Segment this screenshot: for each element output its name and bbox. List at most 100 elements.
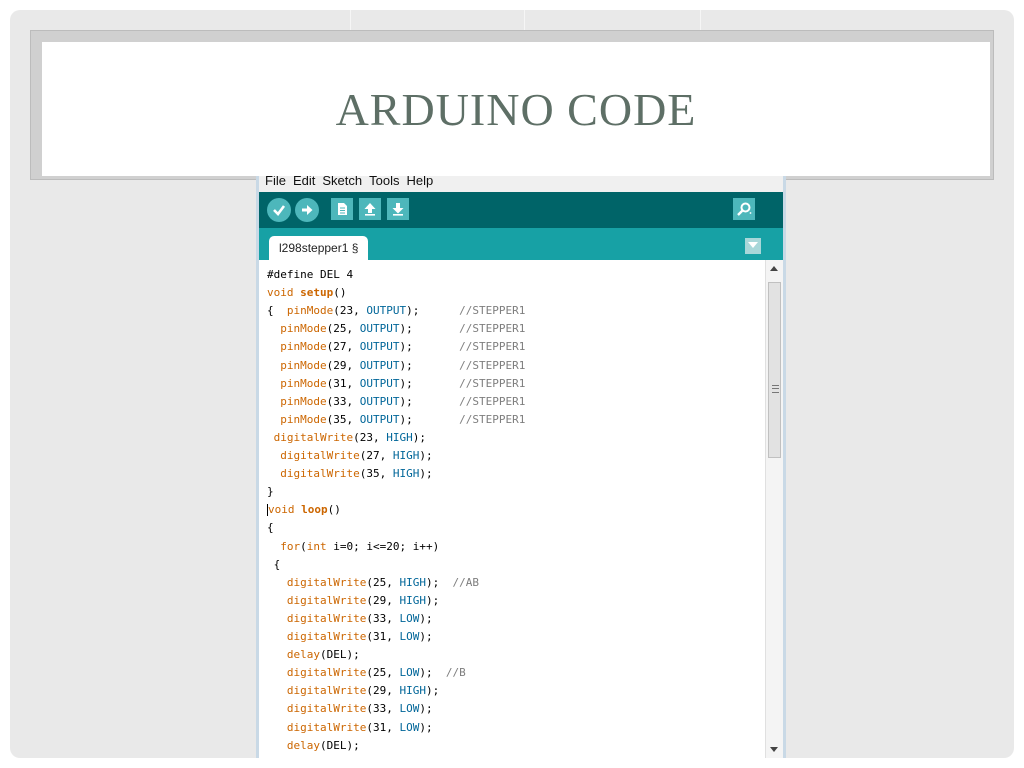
code-token: (29, bbox=[366, 593, 400, 607]
slide-title: ARDUINO CODE bbox=[335, 83, 697, 135]
open-button[interactable] bbox=[359, 198, 381, 220]
code-token: OUTPUT bbox=[359, 394, 400, 408]
code-line: digitalWrite(31, LOW); bbox=[267, 719, 433, 737]
code-token: for bbox=[280, 539, 301, 553]
code-token: { bbox=[267, 521, 274, 535]
code-token: ); bbox=[425, 593, 440, 607]
serial-monitor-button[interactable] bbox=[733, 198, 755, 220]
code-token: (DEL); bbox=[320, 738, 360, 752]
code-token: LOW bbox=[399, 702, 420, 716]
code-token: (31, bbox=[366, 630, 400, 643]
code-token: digitalWrite bbox=[286, 720, 367, 734]
save-icon bbox=[392, 203, 404, 216]
code-token: digitalWrite bbox=[280, 449, 360, 462]
code-token: (25, bbox=[366, 666, 400, 680]
title-box: ARDUINO CODE bbox=[42, 42, 990, 176]
code-token: HIGH bbox=[399, 593, 426, 607]
code-token: #define DEL 4 bbox=[267, 268, 354, 281]
code-line: void setup() bbox=[267, 284, 347, 302]
code-token: ); bbox=[419, 666, 446, 680]
grip-icon bbox=[772, 385, 779, 393]
code-token: setup bbox=[300, 286, 334, 300]
upload-icon bbox=[302, 205, 313, 215]
vertical-scrollbar[interactable] bbox=[765, 260, 783, 758]
code-token: //STEPPER1 bbox=[459, 358, 526, 372]
code-line: digitalWrite(31, LOW); bbox=[267, 628, 433, 646]
scroll-up-icon[interactable] bbox=[770, 266, 778, 271]
code-token: OUTPUT bbox=[366, 304, 407, 318]
code-line: digitalWrite(25, LOW); //B bbox=[267, 664, 466, 682]
code-token: LOW bbox=[399, 630, 420, 643]
code-token: delay bbox=[286, 648, 320, 662]
save-button[interactable] bbox=[387, 198, 409, 220]
code-token: ); bbox=[419, 720, 433, 734]
code-token: ); bbox=[399, 322, 460, 336]
code-token: LOW bbox=[399, 611, 420, 625]
verify-icon bbox=[273, 205, 286, 216]
code-token: ); bbox=[399, 394, 460, 408]
code-token: ); bbox=[419, 630, 433, 643]
code-token: pinMode bbox=[280, 358, 327, 372]
upload-button[interactable] bbox=[295, 198, 319, 222]
code-token: ); bbox=[399, 340, 460, 354]
code-token: ); bbox=[412, 430, 426, 444]
code-token: HIGH bbox=[399, 575, 426, 589]
code-token: //STEPPER1 bbox=[459, 304, 526, 318]
code-line: delay(DEL); bbox=[267, 646, 360, 664]
code-token: () bbox=[327, 503, 341, 517]
code-line: digitalWrite(27, HIGH); bbox=[267, 447, 433, 465]
code-token: digitalWrite bbox=[286, 666, 367, 680]
code-token: ); bbox=[406, 304, 460, 318]
new-button[interactable] bbox=[331, 198, 353, 220]
code-token: delay bbox=[286, 738, 320, 752]
code-token: (27, bbox=[359, 449, 393, 462]
code-token: digitalWrite bbox=[286, 702, 367, 716]
code-token: (33, bbox=[326, 394, 360, 408]
code-token: (23, bbox=[353, 430, 387, 444]
code-line: pinMode(29, OUTPUT); //STEPPER1 bbox=[267, 357, 525, 375]
code-token: digitalWrite bbox=[286, 611, 367, 625]
code-line: { bbox=[267, 556, 281, 574]
scroll-down-icon[interactable] bbox=[770, 747, 778, 752]
code-token: ); bbox=[419, 702, 433, 716]
code-token: int bbox=[306, 539, 327, 553]
code-token: pinMode bbox=[280, 376, 327, 390]
code-line: } bbox=[267, 483, 274, 501]
code-token: (31, bbox=[366, 720, 400, 734]
code-token: //AB bbox=[452, 575, 479, 589]
verify-button[interactable] bbox=[267, 198, 291, 222]
code-token: pinMode bbox=[280, 322, 327, 336]
code-token: void bbox=[267, 286, 301, 300]
code-token: //B bbox=[445, 666, 466, 680]
code-line: digitalWrite(25, HIGH); //AB bbox=[267, 574, 479, 592]
tab-sketch[interactable]: l298stepper1 § bbox=[269, 236, 369, 260]
code-token: () bbox=[333, 286, 347, 300]
scrollbar-thumb[interactable] bbox=[768, 282, 781, 458]
tab-menu-button[interactable] bbox=[745, 238, 761, 254]
code-token: (29, bbox=[366, 684, 400, 698]
code-token: (27, bbox=[326, 340, 360, 354]
code-token: (23, bbox=[333, 304, 367, 318]
code-editor[interactable]: #define DEL 4 void setup(){ pinMode(23, O… bbox=[259, 260, 767, 758]
tab-bar: l298stepper1 § bbox=[259, 228, 783, 260]
serial-monitor-icon bbox=[737, 202, 752, 216]
code-token: ); bbox=[419, 449, 433, 462]
code-line: pinMode(27, OUTPUT); //STEPPER1 bbox=[267, 338, 525, 356]
code-line: delay(DEL); bbox=[267, 737, 360, 755]
code-token: ); bbox=[425, 575, 453, 589]
code-token: digitalWrite bbox=[286, 593, 367, 607]
code-token: (DEL); bbox=[320, 648, 360, 662]
code-line: pinMode(33, OUTPUT); //STEPPER1 bbox=[267, 393, 525, 411]
code-token: HIGH bbox=[399, 684, 426, 698]
code-line: pinMode(35, OUTPUT); //STEPPER1 bbox=[267, 411, 525, 429]
